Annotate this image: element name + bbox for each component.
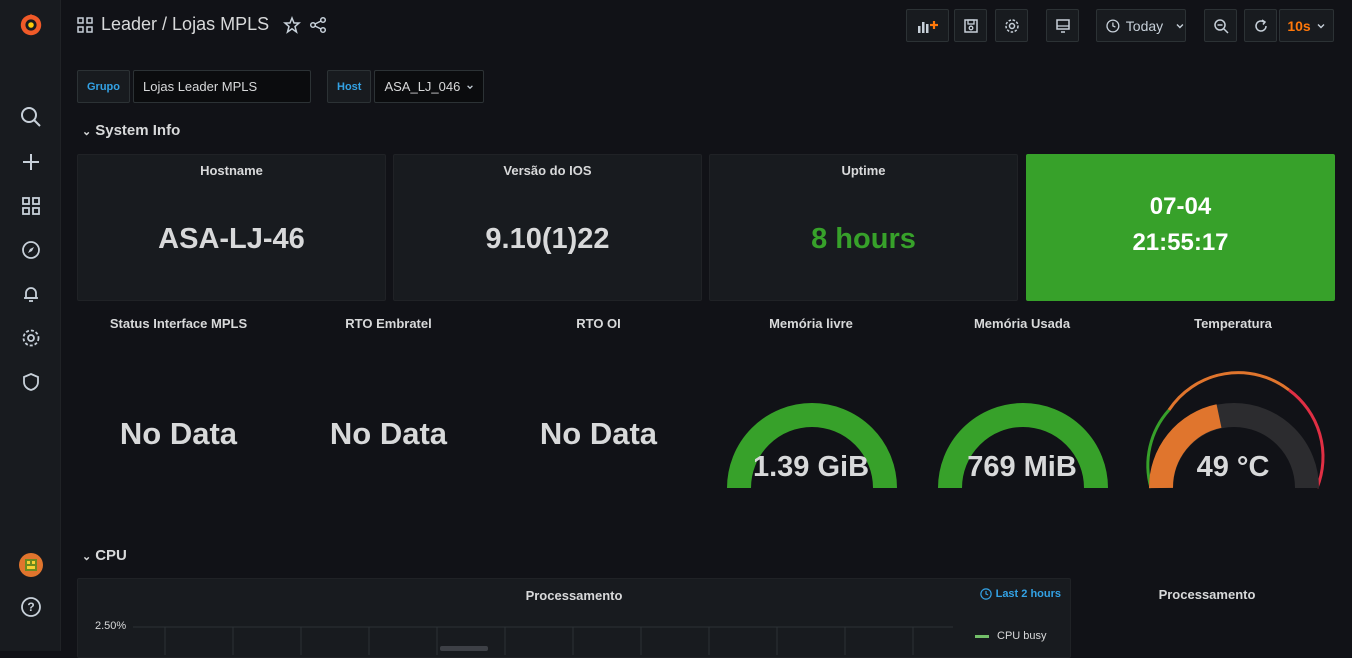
alerting-bell-icon[interactable] bbox=[18, 281, 44, 307]
row-cpu-title: CPU bbox=[95, 547, 127, 564]
chevron-down-icon: ⌄ bbox=[82, 551, 92, 563]
panel-title-rto-oi: RTO OI bbox=[576, 316, 621, 331]
panel-value: ASA-LJ-46 bbox=[158, 223, 305, 255]
panel-time-info[interactable]: Last 2 hours bbox=[979, 588, 1061, 600]
user-avatar[interactable] bbox=[18, 552, 44, 578]
gauge-value-temperatura: 49 °C bbox=[1196, 451, 1270, 483]
dashboards-icon[interactable] bbox=[18, 193, 44, 219]
row-cpu[interactable]: ⌄ CPU bbox=[82, 547, 127, 564]
panel-value-rto-embratel: No Data bbox=[329, 416, 448, 451]
panel-title: Processamento bbox=[525, 588, 623, 603]
time-picker-button[interactable]: Today bbox=[1096, 9, 1186, 42]
star-icon[interactable] bbox=[283, 15, 302, 34]
row-system-info[interactable]: ⌄ System Info bbox=[82, 122, 180, 139]
panel-title-rto-embratel: RTO Embratel bbox=[345, 316, 432, 331]
chevron-down-icon bbox=[1317, 23, 1325, 28]
panel-value: 8 hours bbox=[811, 223, 916, 255]
gauge-value-memoria-usada: 769 MiB bbox=[967, 451, 1077, 483]
panel-title-memoria-livre: Memória livre bbox=[769, 316, 853, 331]
panel-title-temperatura: Temperatura bbox=[1194, 316, 1272, 331]
legend-color-swatch bbox=[975, 634, 989, 638]
gauge-value-memoria-livre: 1.39 GiB bbox=[752, 451, 870, 483]
panel-value-date: 07-04 bbox=[1149, 193, 1212, 220]
save-dashboard-button[interactable] bbox=[954, 9, 987, 42]
help-icon[interactable]: ? bbox=[18, 594, 44, 620]
panel-uptime[interactable]: Uptime 8 hours bbox=[709, 154, 1018, 301]
variable-grupo: Grupo Lojas Leader MPLS bbox=[77, 70, 311, 103]
zoom-out-button[interactable] bbox=[1204, 9, 1237, 42]
panel-title: Uptime bbox=[841, 163, 886, 178]
panel-title: Processamento bbox=[1158, 587, 1256, 602]
refresh-interval-picker[interactable]: 10s bbox=[1279, 9, 1334, 42]
shield-icon[interactable] bbox=[18, 369, 44, 395]
row-system-info-title: System Info bbox=[95, 122, 181, 139]
monitor-icon bbox=[1055, 18, 1070, 33]
time-picker-label: Today bbox=[1125, 17, 1164, 34]
gear-icon bbox=[1004, 18, 1019, 33]
legend-item-cpu-busy[interactable]: CPU busy bbox=[975, 630, 1047, 642]
dashboard-title-text[interactable]: Leader / Lojas MPLS bbox=[101, 14, 269, 35]
panel-value-time: 21:55:17 bbox=[1132, 229, 1229, 256]
variable-value-grupo[interactable]: Lojas Leader MPLS bbox=[133, 70, 311, 103]
share-icon[interactable] bbox=[309, 16, 327, 34]
chevron-down-icon: ⌄ bbox=[82, 126, 92, 138]
variable-host: Host ASA_LJ_046 bbox=[327, 70, 485, 103]
add-panel-button[interactable] bbox=[906, 9, 949, 42]
panel-title: Versão do IOS bbox=[503, 163, 592, 178]
panel-hostname[interactable]: Hostname ASA-LJ-46 bbox=[77, 154, 386, 301]
dashboard-grid-icon bbox=[77, 16, 93, 33]
panel-processamento-side[interactable]: Processamento bbox=[1079, 578, 1335, 658]
panel-value: 9.10(1)22 bbox=[485, 223, 610, 255]
add-panel-icon bbox=[917, 20, 938, 33]
variable-value-host[interactable]: ASA_LJ_046 bbox=[374, 70, 485, 103]
horizontal-scrollbar[interactable] bbox=[440, 646, 488, 651]
panel-title-memoria-usada: Memória Usada bbox=[973, 316, 1071, 331]
y-axis-tick: 2.50% bbox=[95, 620, 127, 632]
panel-value-status-mpls: No Data bbox=[119, 416, 238, 451]
variable-label-grupo: Grupo bbox=[77, 70, 130, 103]
panel-processamento-graph[interactable]: Processamento Last 2 hours 2.50% CPU bus… bbox=[77, 578, 1071, 658]
chevron-down-icon bbox=[1176, 23, 1184, 28]
top-navbar: Leader / Lojas MPLS Today 10s bbox=[61, 0, 1352, 52]
variable-value-host-text: ASA_LJ_046 bbox=[384, 79, 461, 94]
panel-value-rto-oi: No Data bbox=[539, 416, 658, 451]
panel-ios-version[interactable]: Versão do IOS 9.10(1)22 bbox=[393, 154, 702, 301]
legend-label: CPU busy bbox=[997, 630, 1047, 642]
zoom-out-icon bbox=[1213, 18, 1229, 34]
refresh-icon bbox=[1254, 18, 1267, 32]
grafana-logo-icon[interactable] bbox=[18, 12, 44, 38]
panel-title-status-mpls: Status Interface MPLS bbox=[109, 316, 248, 331]
panel-datetime[interactable]: 07-04 21:55:17 bbox=[1026, 154, 1335, 301]
svg-text:?: ? bbox=[27, 600, 34, 614]
variable-label-host: Host bbox=[327, 70, 372, 103]
search-icon[interactable] bbox=[18, 104, 44, 130]
save-icon bbox=[963, 18, 978, 33]
explore-compass-icon[interactable] bbox=[18, 237, 44, 263]
sidebar: ? bbox=[0, 0, 61, 651]
panel-title: Hostname bbox=[200, 163, 263, 178]
dashboard-title[interactable]: Leader / Lojas MPLS bbox=[77, 14, 327, 35]
panel-time-info-text: Last 2 hours bbox=[995, 588, 1061, 600]
plus-icon[interactable] bbox=[18, 149, 44, 175]
settings-gear-icon[interactable] bbox=[18, 325, 44, 351]
cycle-view-mode-button[interactable] bbox=[1046, 9, 1079, 42]
refresh-interval-label: 10s bbox=[1287, 17, 1311, 34]
chevron-down-icon bbox=[467, 84, 474, 89]
refresh-button[interactable] bbox=[1244, 9, 1277, 42]
clock-icon bbox=[1106, 18, 1120, 33]
clock-icon bbox=[979, 588, 992, 600]
dashboard-settings-button[interactable] bbox=[995, 9, 1028, 42]
